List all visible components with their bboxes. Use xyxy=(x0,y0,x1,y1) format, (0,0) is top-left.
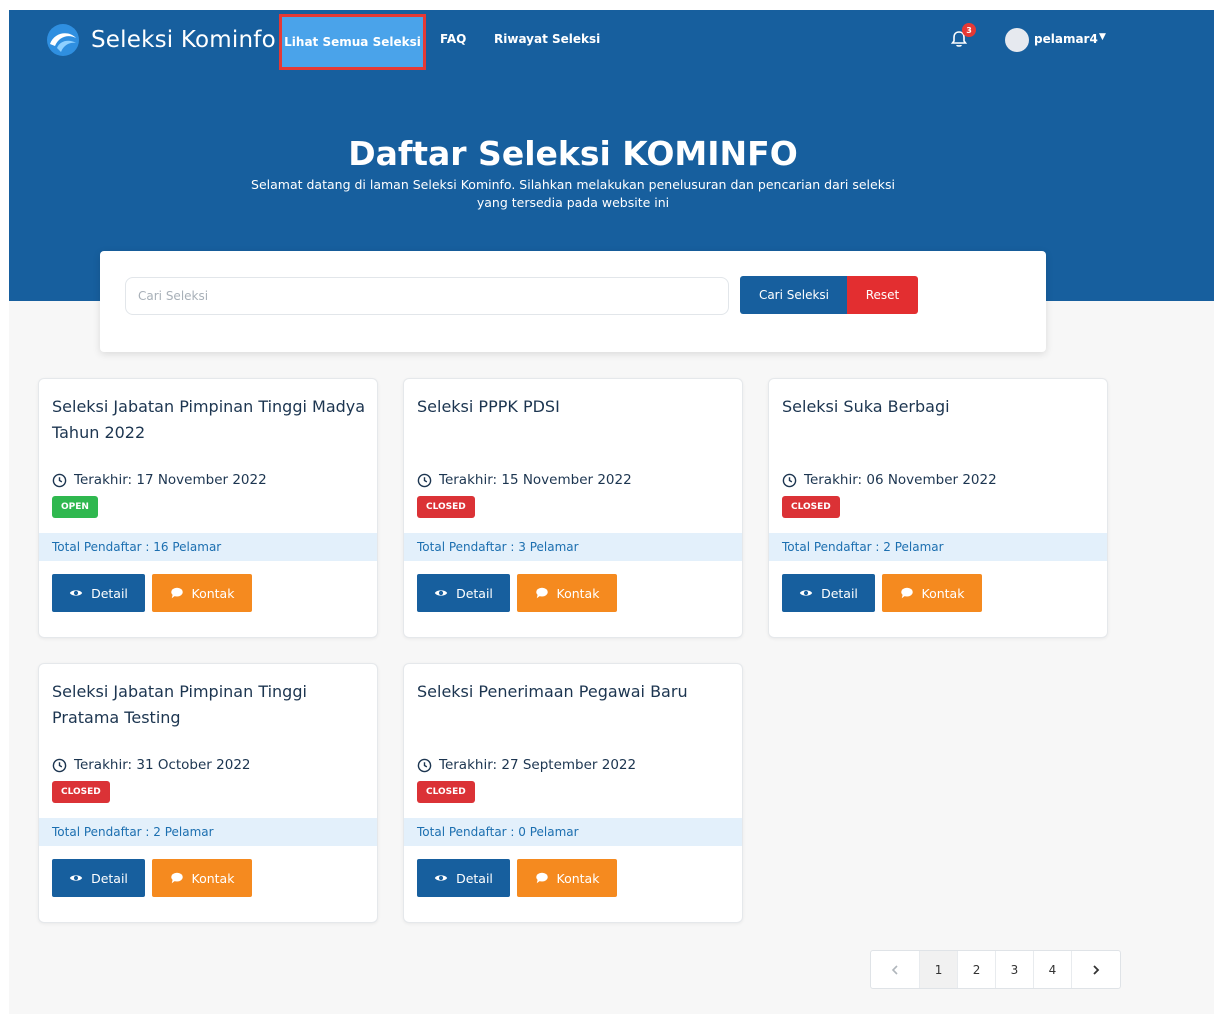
brand-logo[interactable]: Seleksi Kominfo xyxy=(45,22,276,58)
total-applicants: Total Pendaftar : 2 Pelamar xyxy=(769,533,1107,561)
kontak-label: Kontak xyxy=(191,870,235,886)
detail-label: Detail xyxy=(456,585,493,601)
page-button-3[interactable]: 3 xyxy=(996,951,1034,988)
kominfo-logo-icon xyxy=(47,24,79,56)
page: Seleksi Kominfo Lihat Semua Seleksi FAQ … xyxy=(9,10,1214,1014)
detail-button[interactable]: Detail xyxy=(417,574,510,612)
clock-icon xyxy=(52,758,67,772)
page-button-1[interactable]: 1 xyxy=(920,951,959,988)
total-applicants: Total Pendaftar : 16 Pelamar xyxy=(39,533,377,561)
clock-icon xyxy=(782,473,797,487)
detail-button[interactable]: Detail xyxy=(782,574,875,612)
status-badge: CLOSED xyxy=(52,781,110,803)
card-deadline: Terakhir: 17 November 2022 xyxy=(52,472,267,488)
clock-icon xyxy=(417,473,432,487)
kontak-label: Kontak xyxy=(556,870,600,886)
kontak-label: Kontak xyxy=(191,585,235,601)
card-title: Seleksi Jabatan Pimpinan Tinggi Madya Ta… xyxy=(52,397,366,442)
page-button-2[interactable]: 2 xyxy=(958,951,996,988)
eye-icon xyxy=(69,590,83,596)
avatar[interactable] xyxy=(1005,28,1029,52)
kontak-label: Kontak xyxy=(921,585,965,601)
deadline-text: Terakhir: 15 November 2022 xyxy=(439,472,632,488)
chat-bubble-icon xyxy=(535,872,548,884)
chevron-left-icon xyxy=(891,964,898,975)
eye-icon xyxy=(434,590,448,596)
chat-bubble-icon xyxy=(535,587,548,599)
kontak-button[interactable]: Kontak xyxy=(517,574,617,612)
card-title: Seleksi Penerimaan Pegawai Baru xyxy=(417,682,688,701)
search-button[interactable]: Cari Seleksi xyxy=(740,276,848,314)
detail-label: Detail xyxy=(91,870,128,886)
total-applicants: Total Pendaftar : 2 Pelamar xyxy=(39,818,377,846)
eye-icon xyxy=(69,875,83,881)
total-applicants: Total Pendaftar : 0 Pelamar xyxy=(404,818,742,846)
status-badge: CLOSED xyxy=(417,781,475,803)
next-page-button[interactable] xyxy=(1072,951,1120,988)
chat-bubble-icon xyxy=(170,872,183,884)
card-deadline: Terakhir: 27 September 2022 xyxy=(417,757,636,773)
clock-icon xyxy=(417,758,432,772)
eye-icon xyxy=(434,875,448,881)
prev-page-button[interactable] xyxy=(871,951,921,988)
pagination: 1 2 3 4 xyxy=(870,950,1121,989)
selection-card: Seleksi Suka Berbagi Terakhir: 06 Novemb… xyxy=(768,378,1108,638)
card-title: Seleksi Suka Berbagi xyxy=(782,397,950,416)
card-deadline: Terakhir: 06 November 2022 xyxy=(782,472,997,488)
total-applicants: Total Pendaftar : 3 Pelamar xyxy=(404,533,742,561)
kontak-button[interactable]: Kontak xyxy=(152,574,252,612)
detail-label: Detail xyxy=(91,585,128,601)
deadline-text: Terakhir: 06 November 2022 xyxy=(804,472,997,488)
selection-card: Seleksi Jabatan Pimpinan Tinggi Pratama … xyxy=(38,663,378,923)
card-deadline: Terakhir: 15 November 2022 xyxy=(417,472,632,488)
detail-label: Detail xyxy=(821,585,858,601)
deadline-text: Terakhir: 17 November 2022 xyxy=(74,472,267,488)
kontak-button[interactable]: Kontak xyxy=(152,859,252,897)
chat-bubble-icon xyxy=(170,587,183,599)
chevron-right-icon xyxy=(1093,964,1100,975)
page-subtitle: Selamat datang di laman Seleksi Kominfo.… xyxy=(251,177,895,210)
card-deadline: Terakhir: 31 October 2022 xyxy=(52,757,251,773)
deadline-text: Terakhir: 27 September 2022 xyxy=(439,757,637,773)
nav-lihat-semua-seleksi[interactable]: Lihat Semua Seleksi xyxy=(279,14,426,70)
kontak-label: Kontak xyxy=(556,585,600,601)
selection-card: Seleksi Jabatan Pimpinan Tinggi Madya Ta… xyxy=(38,378,378,638)
nav-faq[interactable]: FAQ xyxy=(440,32,466,46)
eye-icon xyxy=(799,590,813,596)
card-title: Seleksi PPPK PDSI xyxy=(417,397,560,416)
kontak-button[interactable]: Kontak xyxy=(882,574,982,612)
reset-button[interactable]: Reset xyxy=(847,276,918,314)
detail-button[interactable]: Detail xyxy=(52,574,145,612)
detail-label: Detail xyxy=(456,870,493,886)
clock-icon xyxy=(52,473,67,487)
notification-badge: 3 xyxy=(962,23,976,37)
user-menu-name[interactable]: pelamar4 xyxy=(1034,32,1098,46)
page-title: Daftar Seleksi KOMINFO xyxy=(348,134,798,173)
chat-bubble-icon xyxy=(900,587,913,599)
selection-card: Seleksi Penerimaan Pegawai Baru Terakhir… xyxy=(403,663,743,923)
search-panel: Cari Seleksi Reset xyxy=(100,251,1046,352)
nav-riwayat-seleksi[interactable]: Riwayat Seleksi xyxy=(494,32,600,46)
deadline-text: Terakhir: 31 October 2022 xyxy=(74,757,251,773)
kontak-button[interactable]: Kontak xyxy=(517,859,617,897)
status-badge: CLOSED xyxy=(417,496,475,518)
page-button-4[interactable]: 4 xyxy=(1034,951,1072,988)
selection-card: Seleksi PPPK PDSI Terakhir: 15 November … xyxy=(403,378,743,638)
status-badge: OPEN xyxy=(52,496,98,518)
card-title: Seleksi Jabatan Pimpinan Tinggi Pratama … xyxy=(52,682,307,727)
detail-button[interactable]: Detail xyxy=(417,859,510,897)
brand-name: Seleksi Kominfo xyxy=(91,27,276,53)
status-badge: CLOSED xyxy=(782,496,840,518)
search-input[interactable] xyxy=(125,277,729,315)
chevron-down-icon[interactable]: ▼ xyxy=(1099,32,1106,42)
detail-button[interactable]: Detail xyxy=(52,859,145,897)
